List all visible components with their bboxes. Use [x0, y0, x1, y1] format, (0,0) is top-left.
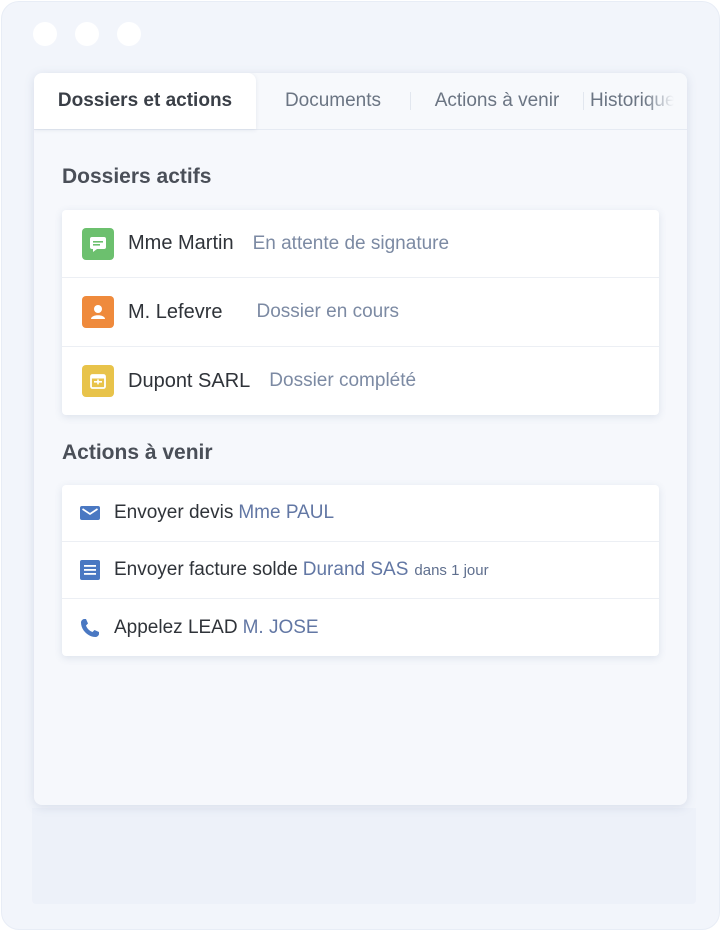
- dossier-status: Dossier en cours: [256, 301, 400, 322]
- phone-icon: [79, 617, 101, 639]
- dossier-status: En attente de signature: [252, 232, 450, 254]
- footer-area: [32, 808, 696, 904]
- mail-icon: [79, 502, 101, 524]
- action-row[interactable]: Envoyer facture solde Durand SAS dans 1 …: [62, 542, 659, 599]
- dossier-name: M. Lefevre: [128, 300, 223, 323]
- dossier-name: Mme Martin: [128, 232, 234, 254]
- action-label: Envoyer facture solde: [114, 559, 298, 580]
- action-label: Envoyer devis: [114, 502, 234, 523]
- action-row[interactable]: Appelez LEAD M. JOSE: [62, 599, 659, 656]
- tab-bar: Dossiers et actions Documents Actions à …: [34, 73, 687, 130]
- user-icon: [82, 296, 114, 328]
- window-maximize-button[interactable]: [117, 22, 141, 46]
- actions-list: Envoyer devis Mme PAUL Envoyer facture s…: [62, 485, 659, 656]
- dossiers-list: Mme Martin En attente de signature M. Le…: [62, 210, 659, 415]
- tab-historique[interactable]: Historique: [584, 73, 674, 129]
- dossier-name: Dupont SARL: [128, 369, 251, 392]
- action-due: dans 1 jour: [414, 561, 489, 579]
- message-icon: [82, 227, 114, 260]
- window-close-button[interactable]: [33, 22, 57, 46]
- action-contact: Mme PAUL: [238, 502, 335, 523]
- dossier-row[interactable]: Dupont SARL Dossier complété: [62, 347, 659, 415]
- dossier-row[interactable]: M. Lefevre Dossier en cours: [62, 278, 659, 347]
- dossier-row[interactable]: Mme Martin En attente de signature: [62, 210, 659, 278]
- calendar-icon: [82, 365, 114, 397]
- action-label: Appelez LEAD: [114, 616, 238, 638]
- tab-dossiers-et-actions[interactable]: Dossiers et actions: [34, 73, 256, 129]
- action-row[interactable]: Envoyer devis Mme PAUL: [62, 485, 659, 542]
- action-contact: Durand SAS: [302, 559, 409, 580]
- document-icon: [79, 559, 101, 581]
- action-contact: M. JOSE: [242, 616, 319, 638]
- main-panel: Dossiers et actions Documents Actions à …: [34, 73, 687, 805]
- dossiers-section-title: Dossiers actifs: [62, 165, 212, 188]
- tab-documents[interactable]: Documents: [256, 73, 410, 129]
- actions-section-title: Actions à venir: [62, 441, 213, 464]
- dossier-status: Dossier complété: [269, 370, 417, 391]
- tab-actions-a-venir[interactable]: Actions à venir: [411, 73, 583, 129]
- window-minimize-button[interactable]: [75, 22, 99, 46]
- window-controls: [33, 22, 141, 46]
